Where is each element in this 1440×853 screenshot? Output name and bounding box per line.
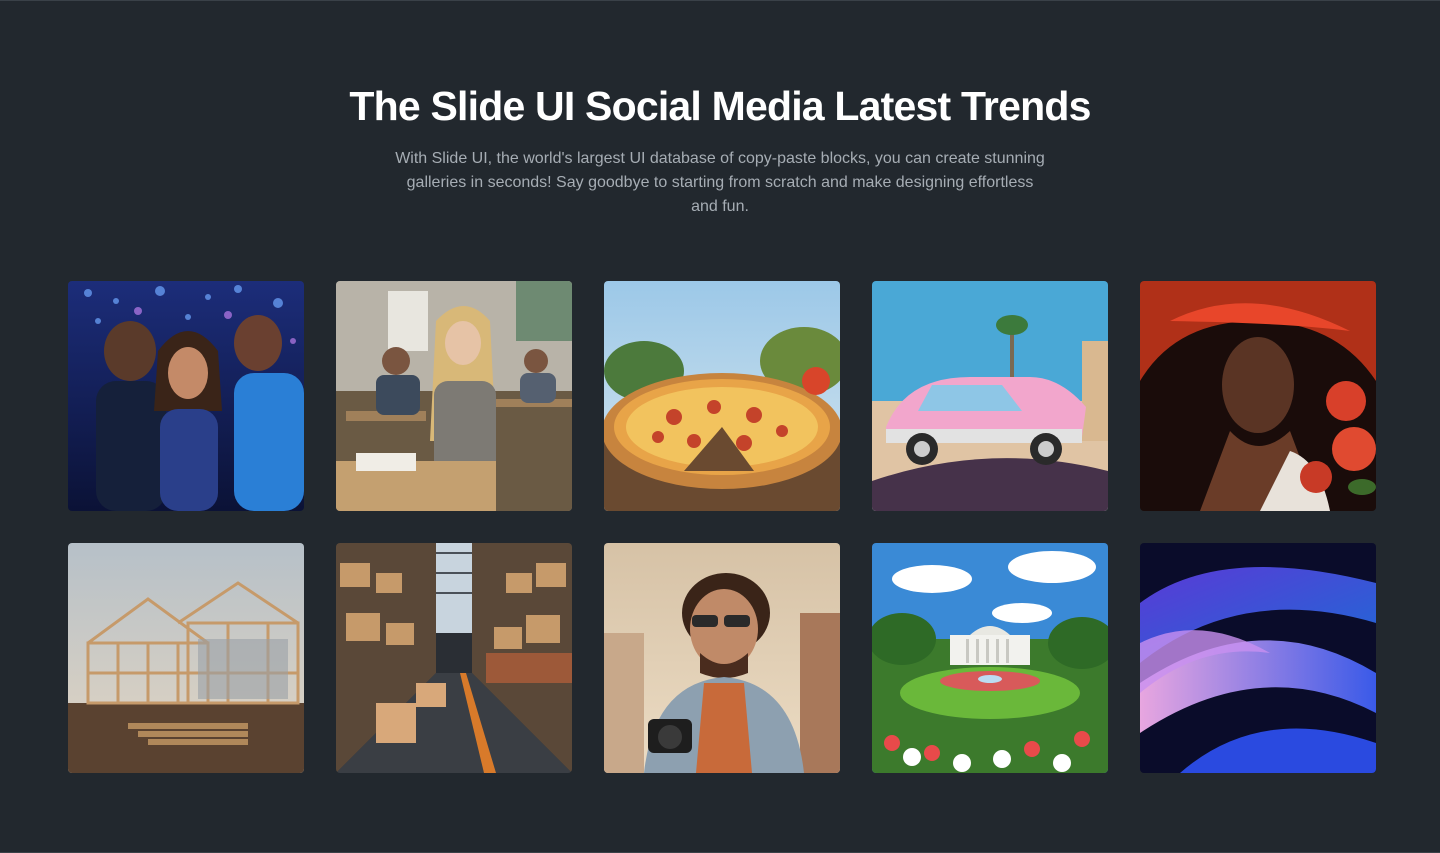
gallery-section: The Slide UI Social Media Latest Trends … xyxy=(0,0,1440,853)
traveler-camera-illustration xyxy=(604,543,840,773)
classroom-illustration xyxy=(336,281,572,511)
gallery-image-woman-red-hat[interactable] xyxy=(1140,281,1376,511)
house-construction-illustration xyxy=(68,543,304,773)
gallery-image-pink-car[interactable] xyxy=(872,281,1108,511)
gallery-image-abstract-waves[interactable] xyxy=(1140,543,1376,773)
gallery-image-white-house-garden[interactable] xyxy=(872,543,1108,773)
gallery-image-traveler-camera[interactable] xyxy=(604,543,840,773)
pizza-illustration xyxy=(604,281,840,511)
image-gallery xyxy=(68,281,1376,773)
gallery-image-classroom[interactable] xyxy=(336,281,572,511)
white-house-garden-illustration xyxy=(872,543,1108,773)
warehouse-illustration xyxy=(336,543,572,773)
abstract-waves-illustration xyxy=(1140,543,1376,773)
gallery-image-house-construction[interactable] xyxy=(68,543,304,773)
party-friends-illustration xyxy=(68,281,304,511)
woman-red-hat-illustration xyxy=(1140,281,1376,511)
page-title: The Slide UI Social Media Latest Trends xyxy=(349,83,1091,129)
gallery-image-pizza[interactable] xyxy=(604,281,840,511)
gallery-image-warehouse[interactable] xyxy=(336,543,572,773)
page-description: With Slide UI, the world's largest UI da… xyxy=(395,150,1045,215)
pink-car-illustration xyxy=(872,281,1108,511)
gallery-image-party-friends[interactable] xyxy=(68,281,304,511)
